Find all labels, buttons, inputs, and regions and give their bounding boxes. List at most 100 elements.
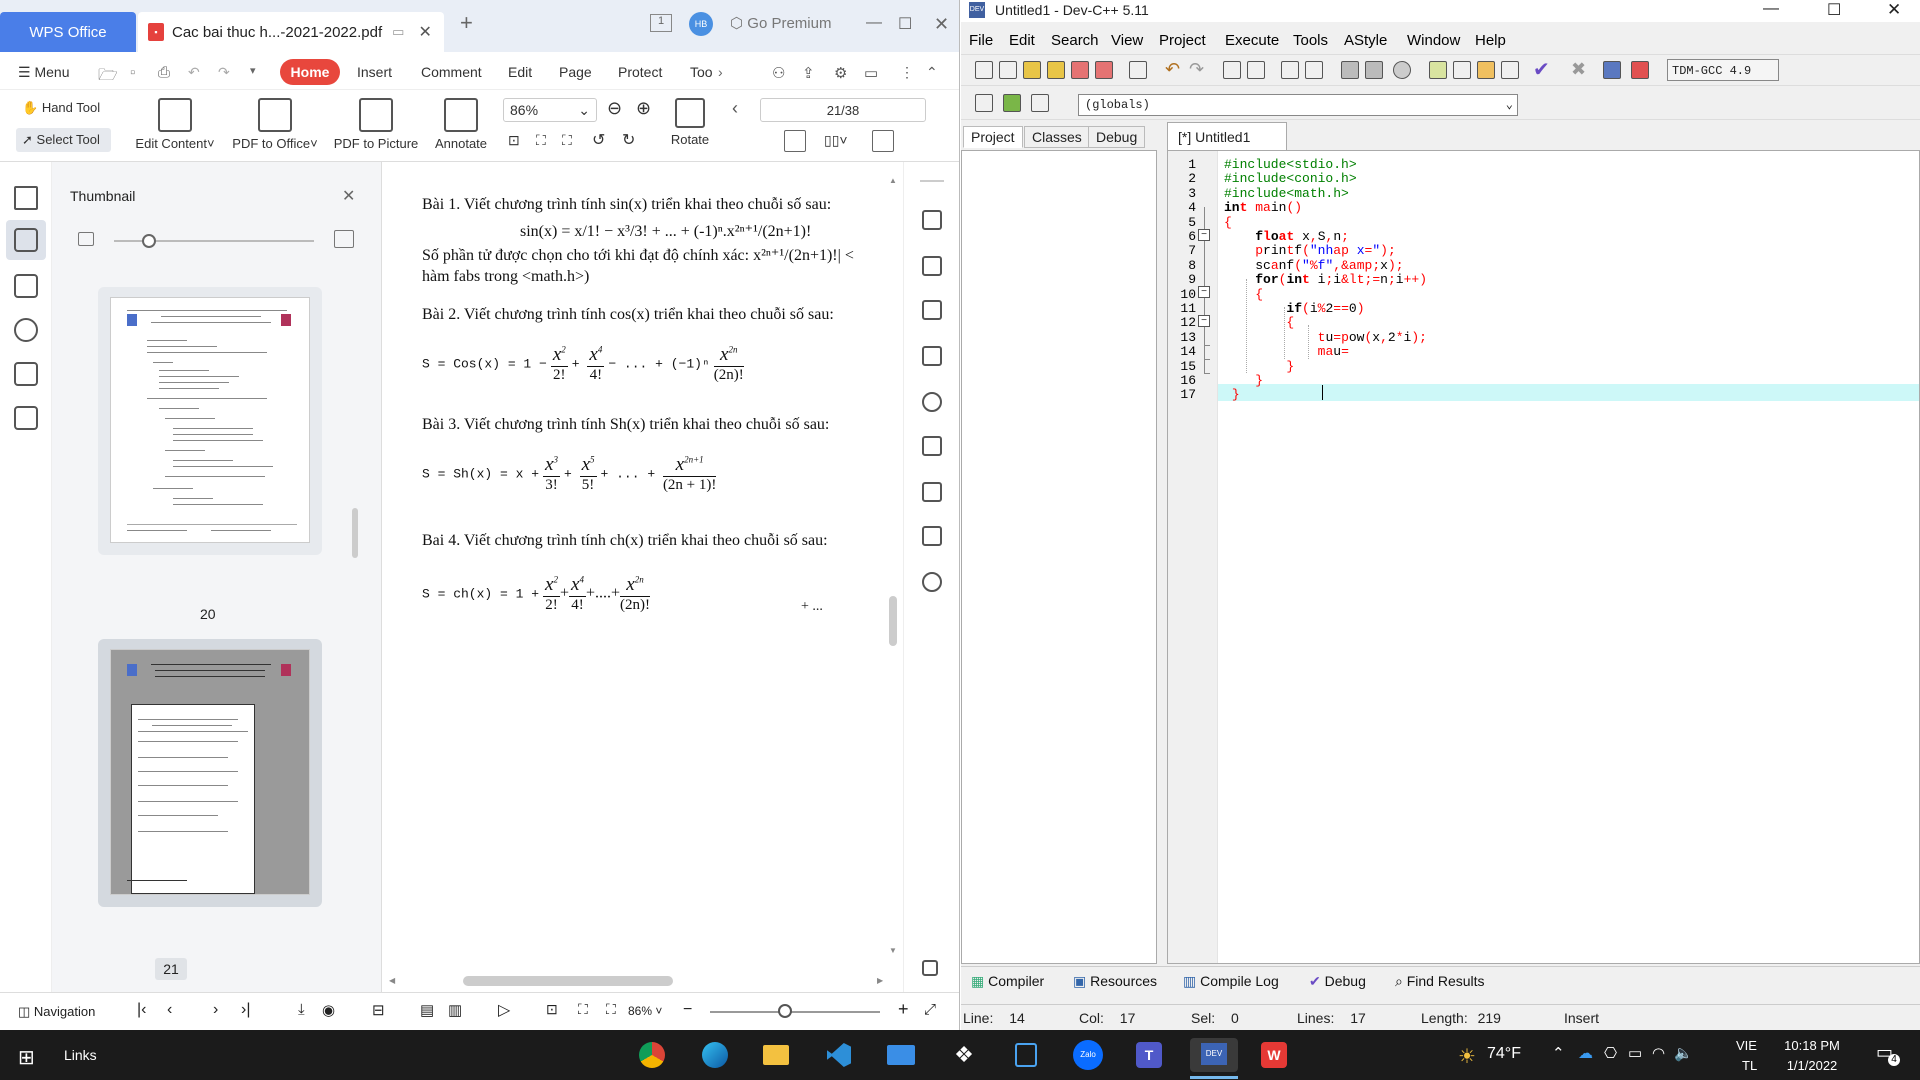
compile-icon[interactable] xyxy=(1429,61,1447,79)
columns-icon[interactable] xyxy=(922,436,942,456)
single-page-icon[interactable] xyxy=(784,130,806,152)
tab-find-results[interactable]: ⌕ Find Results xyxy=(1395,973,1485,990)
dual-page-icon[interactable]: ▯▯˅ xyxy=(824,132,848,149)
teams-icon[interactable]: T xyxy=(1130,1038,1168,1072)
zoom-status[interactable]: 86% ˅ xyxy=(628,1004,662,1018)
menu-search[interactable]: Search xyxy=(1051,32,1099,49)
zoom-slider-handle[interactable] xyxy=(778,1004,792,1018)
minimize-icon[interactable]: — xyxy=(1763,0,1779,18)
expand-icon[interactable]: ⤢ xyxy=(924,1001,936,1018)
menu-tools[interactable]: Tools xyxy=(1293,32,1328,49)
hand-tool-button[interactable]: ✋ Hand Tool xyxy=(22,100,100,116)
bookmark-icon[interactable] xyxy=(14,186,38,210)
rotate-button[interactable]: Rotate xyxy=(668,98,712,147)
zoom-in-status-icon[interactable]: + xyxy=(898,999,909,1020)
eye-protection-icon[interactable]: ◉ xyxy=(322,1001,335,1019)
page-number-input[interactable]: 21/38 xyxy=(760,98,926,122)
wps-taskbar-icon[interactable]: W xyxy=(1255,1038,1293,1072)
tab-insert[interactable]: Insert xyxy=(357,64,392,80)
add-text-icon[interactable] xyxy=(922,210,942,230)
actual-size-icon[interactable]: ⊡ xyxy=(508,132,520,149)
close-window-icon[interactable]: ✕ xyxy=(1887,0,1901,20)
menu-execute[interactable]: Execute xyxy=(1225,32,1279,49)
document-tab[interactable]: ▪ Cac bai thuc h...-2021-2022.pdf ▭ ✕ xyxy=(138,12,444,52)
thumbnail-page-20-frame[interactable] xyxy=(98,287,322,555)
play-icon[interactable]: ▷ xyxy=(498,1000,510,1020)
close-all-icon[interactable] xyxy=(1095,61,1113,79)
dropbox-icon[interactable]: ❖ xyxy=(945,1038,983,1072)
print-icon[interactable]: ⎙ xyxy=(158,64,170,81)
open-icon[interactable]: 🗁 xyxy=(98,64,118,91)
thumbnail-page-21[interactable] xyxy=(110,649,310,895)
share-icon[interactable]: ⇪ xyxy=(802,64,815,82)
close-panel-icon[interactable]: ✕ xyxy=(342,186,355,206)
printer-icon[interactable] xyxy=(922,526,942,546)
replace-icon[interactable] xyxy=(1247,61,1265,79)
devcpp-taskbar-icon[interactable]: DEV xyxy=(1190,1038,1238,1072)
comment-icon[interactable] xyxy=(1393,61,1411,79)
clock-time[interactable]: 10:18 PM xyxy=(1784,1038,1840,1053)
tab-compiler[interactable]: ▦ Compiler xyxy=(971,973,1044,990)
pdf-to-picture-button[interactable]: PDF to Picture xyxy=(333,98,419,151)
tab-protect[interactable]: Protect xyxy=(618,64,662,80)
rotate-right-icon[interactable]: ↻ xyxy=(622,130,635,150)
tab-comment[interactable]: Comment xyxy=(421,64,482,80)
input-method[interactable]: TL xyxy=(1742,1058,1757,1073)
rebuild-icon[interactable] xyxy=(1501,61,1519,79)
profile-icon[interactable] xyxy=(1603,61,1621,79)
settings-icon[interactable]: ⚙ xyxy=(834,64,847,82)
menu-button[interactable]: ☰ Menu xyxy=(18,64,69,81)
unindent-icon[interactable] xyxy=(1365,61,1383,79)
continuous-icon[interactable] xyxy=(872,130,894,152)
goto-icon[interactable] xyxy=(1003,94,1021,112)
collapse-ribbon-icon[interactable]: ⌃ xyxy=(926,64,938,81)
close-window-icon[interactable]: ✕ xyxy=(934,14,949,35)
toggle-bookmark-icon[interactable] xyxy=(1305,61,1323,79)
attachment-icon[interactable] xyxy=(14,318,38,342)
undo-icon[interactable]: ↶ xyxy=(1165,59,1180,80)
zalo-icon[interactable]: Zalo xyxy=(1069,1038,1107,1072)
compiler-select[interactable]: TDM-GCC 4.9 xyxy=(1667,59,1779,81)
customize-icon[interactable]: ▾ xyxy=(250,64,256,77)
close-tab-icon[interactable]: ✕ xyxy=(418,22,431,42)
menu-window[interactable]: Window xyxy=(1407,32,1460,49)
tab-page[interactable]: Page xyxy=(559,64,592,80)
fit-width-status-icon[interactable]: ⛶ xyxy=(606,1001,616,1018)
edit-text-icon[interactable] xyxy=(922,256,942,276)
navigation-button[interactable]: ◫ Navigation xyxy=(18,1004,95,1020)
grid-icon[interactable] xyxy=(922,960,938,976)
fit-page-status-icon[interactable]: ⛶ xyxy=(578,1001,588,1018)
menu-help[interactable]: Help xyxy=(1475,32,1506,49)
undo-icon[interactable]: ↶ xyxy=(188,64,200,81)
project-panel[interactable] xyxy=(961,150,1157,964)
visible-area-box[interactable] xyxy=(131,704,255,894)
find-icon[interactable] xyxy=(922,572,942,592)
new-tab-icon[interactable]: + xyxy=(460,10,473,36)
maximize-icon[interactable]: ☐ xyxy=(1827,0,1841,20)
wifi-icon[interactable]: ◠ xyxy=(1652,1044,1665,1062)
zoom-out-icon[interactable]: ⊖ xyxy=(607,98,622,119)
zoom-slider[interactable] xyxy=(710,1011,880,1013)
goto-line-icon[interactable] xyxy=(1281,61,1299,79)
code-editor[interactable]: 1 2 3 4 5 6 7 8 9 10 11 12 13 14 15 16 17 − − − #include… xyxy=(1167,150,1920,964)
pdf-vscroll[interactable]: ▲ ▼ xyxy=(889,176,897,956)
menu-edit[interactable]: Edit xyxy=(1009,32,1035,49)
print-icon[interactable] xyxy=(1129,61,1147,79)
chevron-right-icon[interactable]: › xyxy=(718,64,723,80)
device-icon[interactable]: ⎔ xyxy=(1604,1044,1617,1062)
pdf-hscroll[interactable]: ◀ ▶ xyxy=(389,976,889,986)
insert-page-icon[interactable] xyxy=(922,300,942,320)
minimize-icon[interactable]: — xyxy=(866,14,882,32)
thumbnail-page-20[interactable] xyxy=(110,297,310,543)
tab-home[interactable]: Home xyxy=(280,59,340,85)
tab-tools[interactable]: Too xyxy=(690,64,713,80)
fold-toggle-12[interactable]: − xyxy=(1198,315,1210,327)
tab-classes[interactable]: Classes xyxy=(1024,126,1090,148)
save-icon[interactable] xyxy=(1023,61,1041,79)
thumbnail-scrollbar[interactable] xyxy=(352,508,358,558)
menu-astyle[interactable]: AStyle xyxy=(1344,32,1387,49)
single-page-status-icon[interactable]: ▤ xyxy=(420,1001,434,1019)
form-icon[interactable] xyxy=(922,346,942,366)
two-page-status-icon[interactable]: ▥ xyxy=(448,1001,462,1019)
window-count-icon[interactable]: 1 xyxy=(650,14,672,32)
